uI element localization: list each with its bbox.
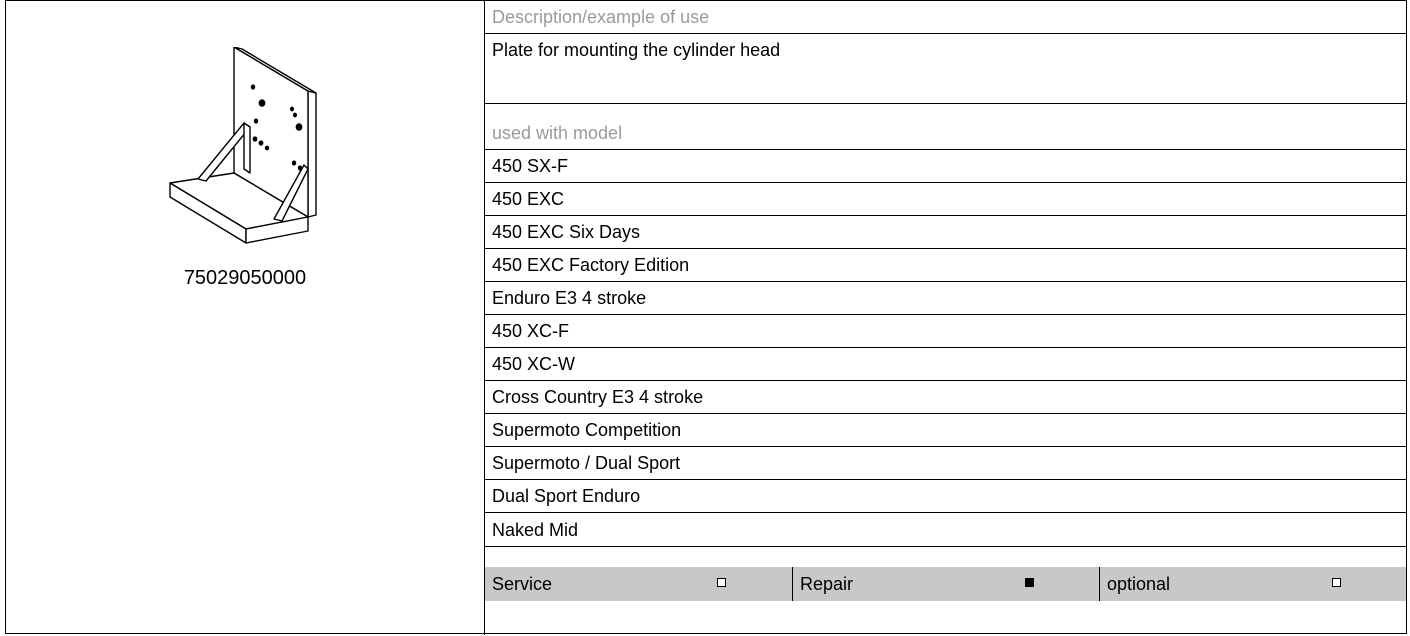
repair-checkbox [1025,578,1034,587]
optional-cell: optional [1099,567,1406,601]
service-cell: Service [485,567,792,601]
repair-label: Repair [800,574,854,594]
service-checkbox [717,578,726,587]
model-row: Naked Mid [485,513,1406,547]
part-panel: 75029050000 [6,1,484,635]
description-header: Description/example of use [485,1,1406,34]
model-row: 450 EXC Factory Edition [485,249,1406,282]
info-panel: Description/example of use Plate for mou… [485,1,1406,635]
model-row: Enduro E3 4 stroke [485,282,1406,315]
optional-checkbox [1332,578,1341,587]
model-row: Cross Country E3 4 stroke [485,381,1406,414]
mounting-plate-illustration [169,47,317,244]
model-row: 450 EXC [485,183,1406,216]
model-row: Supermoto / Dual Sport [485,447,1406,480]
service-label: Service [492,574,553,594]
usage-footer: Service Repair optional [485,567,1406,601]
model-row: 450 XC-F [485,315,1406,348]
repair-cell: Repair [792,567,1099,601]
model-row: 450 EXC Six Days [485,216,1406,249]
model-row: Dual Sport Enduro [485,480,1406,513]
model-row: 450 XC-W [485,348,1406,381]
optional-label: optional [1107,574,1171,594]
model-row: 450 SX-F [485,150,1406,183]
description-text: Plate for mounting the cylinder head [485,34,1406,104]
description-value: Plate for mounting the cylinder head [492,40,781,60]
model-row: Supermoto Competition [485,414,1406,447]
models-header: used with model [485,104,1406,150]
part-number: 75029050000 [183,267,307,289]
tool-sheet: 75029050000 Description/example of use P… [5,0,1407,635]
